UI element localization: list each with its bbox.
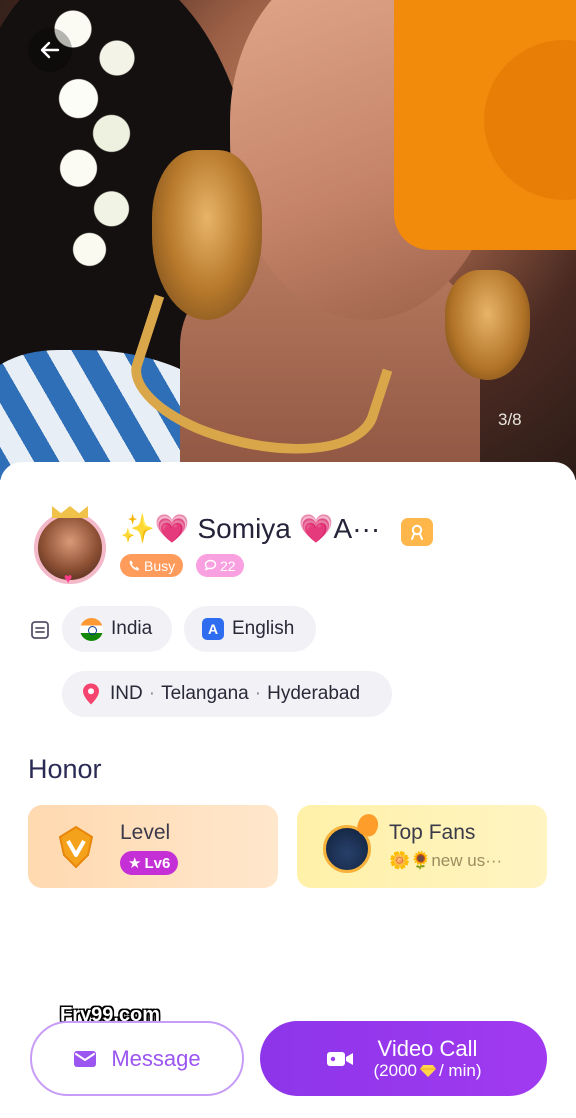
heart-icon: ♥ bbox=[64, 570, 73, 586]
top-fans-label: Top Fans bbox=[389, 821, 476, 844]
country-label: India bbox=[111, 618, 153, 639]
back-button[interactable] bbox=[28, 28, 72, 72]
phone-icon bbox=[129, 560, 140, 571]
location-country-code: IND bbox=[110, 683, 143, 704]
arrow-left-icon bbox=[40, 41, 60, 59]
verified-icon bbox=[411, 524, 423, 540]
level-badge: ★ Lv6 bbox=[120, 851, 179, 875]
language-label: English bbox=[232, 618, 295, 639]
message-button[interactable]: Message bbox=[30, 1021, 244, 1096]
video-call-price: (2000 / min) bbox=[374, 1061, 482, 1081]
video-call-label: Video Call bbox=[377, 1036, 478, 1062]
status-badge: Busy bbox=[120, 554, 184, 577]
chat-bubble-icon bbox=[204, 559, 217, 571]
count-text: 22 bbox=[220, 557, 236, 574]
profile-photo[interactable]: 3/8 bbox=[0, 0, 576, 480]
location-chip: IND · Telangana · Hyderabad bbox=[62, 671, 392, 717]
price-amount: (2000 bbox=[373, 1061, 417, 1081]
language-icon: A bbox=[202, 618, 224, 640]
location-state: Telangana bbox=[161, 683, 249, 704]
bio-icon[interactable] bbox=[30, 620, 50, 645]
photo-overlay-sticker bbox=[394, 0, 576, 250]
verified-badge[interactable] bbox=[401, 518, 433, 546]
photo-counter: 3/8 bbox=[498, 410, 522, 429]
video-call-button[interactable]: Video Call (2000 / min) bbox=[260, 1021, 547, 1096]
status-text: Busy bbox=[144, 557, 176, 574]
location-pin-icon bbox=[83, 683, 99, 705]
country-chip: India bbox=[62, 606, 172, 652]
price-unit: / min) bbox=[438, 1061, 482, 1081]
level-card[interactable]: Level ★ Lv6 bbox=[28, 805, 278, 888]
flame-icon bbox=[354, 811, 382, 839]
star-icon: ★ bbox=[128, 855, 142, 872]
honor-title: Honor bbox=[28, 754, 102, 784]
india-flag-icon bbox=[80, 617, 103, 641]
level-badge-text: Lv6 bbox=[144, 854, 171, 872]
top-fans-card[interactable]: Top Fans 🌼🌻new us··· bbox=[297, 805, 547, 888]
photo-earring bbox=[152, 150, 262, 320]
photo-earring-right bbox=[445, 270, 530, 380]
level-shield-icon bbox=[58, 825, 94, 869]
count-badge: 22 bbox=[196, 554, 244, 577]
avatar[interactable]: ♥ bbox=[34, 506, 106, 586]
location-city: Hyderabad bbox=[267, 683, 361, 704]
diamond-icon bbox=[419, 1065, 436, 1078]
profile-name: ✨💗 Somiya 💗A··· bbox=[120, 513, 381, 544]
envelope-icon bbox=[74, 1050, 97, 1067]
message-label: Message bbox=[111, 1045, 201, 1071]
location-separator: · bbox=[254, 683, 262, 704]
language-chip: A English bbox=[184, 606, 316, 652]
top-fan-avatar bbox=[323, 811, 382, 873]
level-label: Level bbox=[120, 821, 171, 844]
location-separator: · bbox=[148, 683, 156, 704]
top-fans-name: 🌼🌻new us··· bbox=[389, 851, 503, 870]
video-camera-icon bbox=[326, 1051, 353, 1066]
